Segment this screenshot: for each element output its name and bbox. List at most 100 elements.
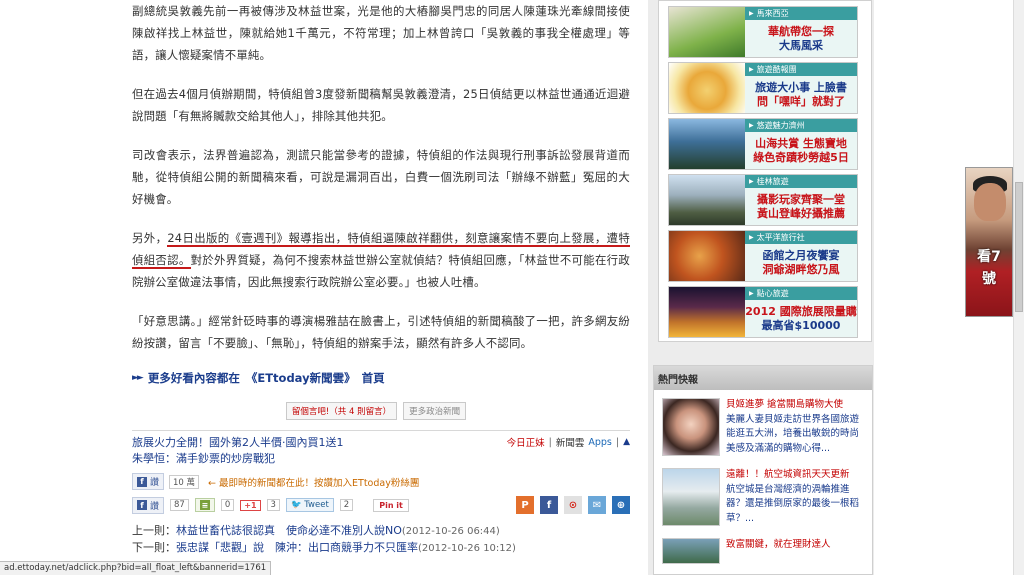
- ad-2-image: [669, 63, 745, 113]
- share-row: f讚 87 ≡ 0 +1 3 🐦 Tweet 2 Pin it P f ⊙ ✉ …: [132, 496, 630, 514]
- fan-page-link[interactable]: ← 最即時的新聞都在此！按讚加入ETtoday粉絲團: [208, 475, 419, 489]
- bookmark-icon[interactable]: ✉: [588, 496, 606, 514]
- ad-4-line-a: 攝影玩家齊聚一堂: [757, 192, 845, 206]
- ad-3-tag: ▶ 悠遊魅力濟州: [745, 119, 857, 132]
- more-politics-button[interactable]: 更多政治新聞: [403, 402, 467, 420]
- hot-item[interactable]: 貝姬進夢 搶當關島購物大使 美麗人妻貝姬走訪世界各國旅遊能逛五大洲，培養出敏銳的時…: [654, 390, 872, 460]
- p4-underlined-1: 24日出版的《壹週刊》報導指出，特偵組逼陳啟祥翻供，刻意讓案情不要向上發展，: [167, 231, 607, 247]
- like-count: 10 萬: [169, 474, 200, 489]
- play-icon: ▶: [749, 290, 754, 297]
- p4-lead: 另外，: [132, 231, 168, 245]
- play-icon: ▶: [749, 178, 754, 185]
- next-title[interactable]: 張忠謀「悲觀」說 陳沖：出口商競爭力不只匯率: [176, 541, 418, 554]
- ad-6-image: [669, 287, 745, 337]
- ad-6-line-b: 最高省$10000: [761, 318, 841, 332]
- double-arrow-icon: ►►: [132, 373, 144, 383]
- ad-1-tag: ▶ 馬來西亞: [745, 7, 857, 20]
- tweet-button[interactable]: 🐦 Tweet: [285, 498, 334, 512]
- ad-1-line-a: 華航帶您一探: [768, 24, 834, 38]
- tweet-count: 2: [339, 499, 354, 511]
- next-article: 下一則：張忠謀「悲觀」說 陳沖：出口商競爭力不只匯率(2012-10-26 10…: [132, 540, 630, 557]
- hot-item[interactable]: 致富關鍵，就在理財達人: [654, 530, 872, 568]
- ad-banner-3[interactable]: ▶ 悠遊魅力濟州 山海共賞 生態寶地 綠色奇蹟秒勞越5日: [668, 118, 858, 170]
- ad-6-line-a: 2012 國際旅展限量購: [745, 304, 857, 318]
- ad-2-line-b: 問「嘿咩」就對了: [757, 94, 845, 108]
- fb-like-button[interactable]: f讚: [132, 473, 165, 490]
- promo-links: 旅展火力全開！國外第2人半價‧國內買1送1 朱學恒：滿手鈔票的炒房戰犯 今日正妹…: [132, 430, 630, 467]
- prev-title[interactable]: 林益世畜代誌很認真 使命必達不准別人說NO: [176, 524, 402, 537]
- article-body: 副總統吳敦義先前一再被傳涉及林益世案，光是他的大樁腳吳門忠的同居人陳蓮珠光牽線間…: [132, 0, 630, 557]
- hot-item-1-title[interactable]: 貝姬進夢 搶當關島購物大使: [726, 399, 843, 410]
- apps-link[interactable]: Apps: [588, 437, 612, 448]
- promo-nav: 今日正妹 | 新聞雲 Apps | ▲: [506, 435, 630, 450]
- side-ad-label: 看7號: [977, 249, 1001, 287]
- share-icon: ≡: [199, 500, 210, 510]
- gplus-button[interactable]: +1: [240, 499, 261, 511]
- paragraph-2: 但在過去4個月偵辦期間，特偵組曾3度發新聞稿幫吳敦義澄清，25日偵結更以林益世通…: [132, 87, 630, 123]
- hot-item-2-title[interactable]: 遠離！！航空城資訊天天更新: [726, 469, 850, 480]
- fb-like-button-2[interactable]: f讚: [132, 496, 165, 514]
- hot-item-3-image: [662, 538, 720, 564]
- status-bar-url: ad.ettoday.net/adclick.php?bid=all_float…: [0, 561, 272, 575]
- ad-4-line-b: 黃山登峰好攝推薦: [757, 206, 845, 220]
- hot-item-2-body: 航空城是台灣經濟的渦輪推進器？還是推倒原家的最後一根稻草？...: [726, 483, 860, 524]
- ad-banner-5[interactable]: ▶ 太平洋旅行社 函館之月夜饗宴 洞爺湖畔悠乃風: [668, 230, 858, 282]
- side-float-ad[interactable]: 看7號: [965, 167, 1013, 317]
- ad-5-image: [669, 231, 745, 281]
- more-content-link[interactable]: ►► 更多好看內容都在 《ETtoday新聞雲》 首頁: [132, 370, 630, 386]
- twitter-icon: 🐦: [290, 500, 302, 510]
- ad-3-line-a: 山海共賞 生態寶地: [755, 136, 847, 150]
- ad-banner-1[interactable]: ▶ 馬來西亞 華航帶您一探 大馬風采: [668, 6, 858, 58]
- ad-6-tag: ▶ 點心旅遊: [745, 287, 857, 300]
- promo-link-2[interactable]: 朱學恒：滿手鈔票的炒房戰犯: [132, 451, 630, 467]
- hemidemi-icon[interactable]: ⊕: [612, 496, 630, 514]
- scrollbar-thumb[interactable]: [1015, 182, 1023, 312]
- leave-comment-button[interactable]: 留個言吧!（共 4 則留言）: [285, 402, 398, 420]
- prev-label: 上一則：: [132, 524, 176, 537]
- weibo-icon[interactable]: ⊙: [564, 496, 582, 514]
- ad-3-line-b: 綠色奇蹟秒勞越5日: [753, 150, 849, 164]
- share-button[interactable]: ≡: [194, 498, 215, 512]
- more-suffix: 首頁: [361, 371, 385, 385]
- side-ad-face: [974, 183, 1006, 221]
- hot-item-3-title[interactable]: 致富關鍵，就在理財達人: [726, 539, 831, 550]
- comment-buttons: 留個言吧!（共 4 則留言） 更多政治新聞: [122, 402, 630, 420]
- hot-news-box: 熱門快報 貝姬進夢 搶當關島購物大使 美麗人妻貝姬走訪世界各國旅遊能逛五大洲，培養…: [653, 365, 873, 575]
- ad-2-tag: ▶ 旅遊酷報團: [745, 63, 857, 76]
- tweet-label: Tweet: [304, 500, 329, 510]
- like-label: 讚: [150, 478, 160, 488]
- news-cloud-link[interactable]: 新聞雲: [556, 435, 585, 449]
- ad-1-line-b: 大馬風采: [779, 38, 823, 52]
- hot-item[interactable]: 遠離！！航空城資訊天天更新航空城是台灣經濟的渦輪推進器？還是推倒原家的最後一根稻…: [654, 460, 872, 530]
- more-link-text[interactable]: 《ETtoday新聞雲》: [246, 370, 356, 386]
- paragraph-1: 副總統吳敦義先前一再被傳涉及林益世案，光是他的大樁腳吳門忠的同居人陳蓮珠光牽線間…: [132, 4, 630, 62]
- ad-banner-6[interactable]: ▶ 點心旅遊 2012 國際旅展限量購 最高省$10000: [668, 286, 858, 338]
- gplus-label: +1: [244, 500, 257, 510]
- next-date: (2012-10-26 10:12): [418, 543, 516, 554]
- prev-next-nav: 上一則：林益世畜代誌很認真 使命必達不准別人說NO(2012-10-26 06:…: [132, 523, 630, 557]
- facebook-icon: f: [137, 476, 147, 487]
- hot-item-2-image: [662, 468, 720, 526]
- ad-5-line-a: 函館之月夜饗宴: [762, 248, 840, 262]
- fb-like-row: f讚 10 萬 ← 最即時的新聞都在此！按讚加入ETtoday粉絲團: [132, 473, 630, 490]
- vertical-scrollbar[interactable]: [1013, 0, 1024, 575]
- ad-2-line-a: 旅遊大小事 上臉書: [755, 80, 847, 94]
- facebook-share-icon[interactable]: f: [540, 496, 558, 514]
- pinit-label: Pin it: [379, 500, 403, 510]
- like-label-2: 讚: [150, 501, 160, 512]
- plurk-icon[interactable]: P: [516, 496, 534, 514]
- facebook-icon: f: [137, 500, 147, 510]
- p4-rest: 對於外界質疑，為何不搜索林益世辦公室就偵結？特偵組回應，「林益世不可能在行政院辦…: [132, 253, 630, 289]
- gplus-count: 3: [266, 499, 280, 511]
- ad-banner-4[interactable]: ▶ 桂林旅遊 攝影玩家齊聚一堂 黃山登峰好攝推薦: [668, 174, 858, 226]
- ad-banner-2[interactable]: ▶ 旅遊酷報團 旅遊大小事 上臉書 問「嘿咩」就對了: [668, 62, 858, 114]
- play-icon: ▶: [749, 66, 754, 73]
- more-prefix: 更多好看內容都在: [147, 371, 240, 385]
- scroll-top-icon[interactable]: ▲: [623, 437, 630, 447]
- ad-5-line-b: 洞爺湖畔悠乃風: [762, 262, 840, 276]
- today-beauty-link[interactable]: 今日正妹: [507, 435, 545, 449]
- play-icon: ▶: [749, 10, 754, 17]
- ad-4-image: [669, 175, 745, 225]
- pinit-button[interactable]: Pin it: [373, 498, 409, 512]
- prev-article: 上一則：林益世畜代誌很認真 使命必達不准別人說NO(2012-10-26 06:…: [132, 523, 630, 540]
